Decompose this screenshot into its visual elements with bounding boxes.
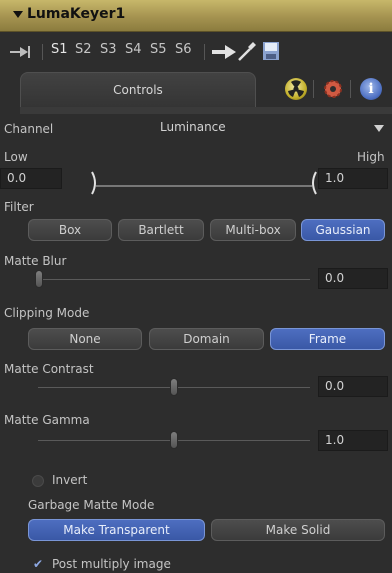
low-label: Low <box>4 150 28 164</box>
high-value-field[interactable]: 1.0 <box>318 168 388 189</box>
range-track <box>96 185 312 187</box>
garbage-matte-mode-label: Garbage Matte Mode <box>28 498 155 512</box>
save-icon[interactable] <box>262 41 280 61</box>
slot-s6[interactable]: S6 <box>175 42 192 57</box>
tab-controls-label: Controls <box>113 83 163 97</box>
matte-blur-value[interactable]: 0.0 <box>318 268 388 289</box>
tab-separator <box>313 80 314 98</box>
matte-blur-track <box>38 279 310 280</box>
matte-contrast-label: Matte Contrast <box>4 362 94 376</box>
slot-s1[interactable]: S1 <box>51 42 68 57</box>
low-value-field[interactable]: 0.0 <box>0 168 62 189</box>
channel-value: Luminance <box>160 120 226 134</box>
pin-icon[interactable] <box>10 44 34 60</box>
post-multiply-label: Post multiply image <box>52 557 171 571</box>
tab-controls[interactable]: Controls <box>20 72 256 108</box>
slot-s4[interactable]: S4 <box>125 42 142 57</box>
filter-multibox-button[interactable]: Multi-box <box>210 219 296 241</box>
tool-name: LumaKeyer1 <box>27 6 126 22</box>
filter-box-button[interactable]: Box <box>28 219 112 241</box>
collapse-arrow-icon[interactable] <box>13 11 23 18</box>
matte-contrast-handle[interactable] <box>170 378 178 396</box>
toolbar-separator <box>42 44 43 60</box>
invert-label: Invert <box>52 473 88 487</box>
toolbar-separator <box>204 44 205 60</box>
matte-gamma-label: Matte Gamma <box>4 413 90 427</box>
make-solid-button[interactable]: Make Solid <box>211 519 385 541</box>
tool-header[interactable]: LumaKeyer1 <box>0 0 392 32</box>
dropdown-arrow-icon <box>374 125 384 132</box>
channel-dropdown[interactable]: Luminance <box>156 117 388 139</box>
matte-blur-label: Matte Blur <box>4 254 67 268</box>
high-range-handle[interactable] <box>308 170 318 196</box>
matte-gamma-handle[interactable] <box>170 431 178 449</box>
filter-gaussian-button[interactable]: Gaussian <box>301 219 385 241</box>
post-multiply-checkbox-checked-icon[interactable]: ✔ <box>33 558 43 570</box>
clipping-mode-label: Clipping Mode <box>4 306 90 320</box>
low-range-handle[interactable] <box>90 170 100 196</box>
tab-separator <box>350 80 351 98</box>
matte-contrast-value[interactable]: 0.0 <box>318 376 388 397</box>
slot-s5[interactable]: S5 <box>150 42 167 57</box>
pick-color-icon[interactable] <box>236 39 258 63</box>
info-icon[interactable]: i <box>360 78 382 100</box>
toolbar: S1 S2 S3 S4 S5 S6 <box>0 33 392 69</box>
filter-label: Filter <box>4 200 34 214</box>
matte-blur-handle[interactable] <box>35 270 43 288</box>
matte-gamma-value[interactable]: 1.0 <box>318 430 388 451</box>
tab-strip <box>20 107 392 114</box>
invert-checkbox[interactable] <box>32 475 44 487</box>
slot-s2[interactable]: S2 <box>75 42 92 57</box>
arrow-right-icon[interactable] <box>212 44 238 60</box>
slot-s3[interactable]: S3 <box>100 42 117 57</box>
gear-icon[interactable] <box>322 78 344 100</box>
channel-label: Channel <box>4 122 54 136</box>
clipping-none-button[interactable]: None <box>28 328 142 350</box>
high-label: High <box>357 150 385 164</box>
filter-bartlett-button[interactable]: Bartlett <box>118 219 204 241</box>
make-transparent-button[interactable]: Make Transparent <box>28 519 205 541</box>
clipping-domain-button[interactable]: Domain <box>149 328 264 350</box>
radiation-icon[interactable] <box>285 78 307 100</box>
clipping-frame-button[interactable]: Frame <box>270 328 385 350</box>
